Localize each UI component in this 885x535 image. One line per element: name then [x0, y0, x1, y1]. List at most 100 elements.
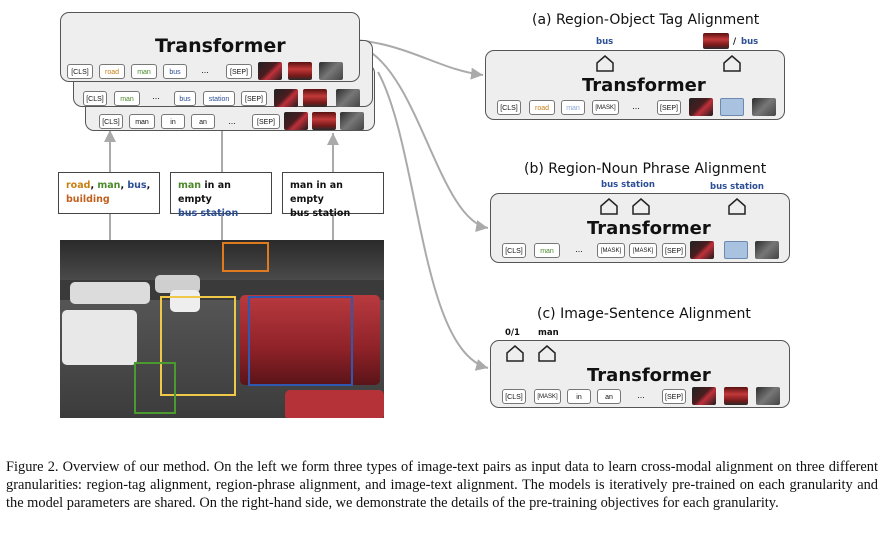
region-image [755, 241, 779, 259]
output-head-icon [632, 198, 650, 215]
panel-a-region-crop [703, 33, 729, 49]
token: man [534, 243, 560, 258]
token: [MASK] [534, 389, 561, 404]
region-image [756, 387, 780, 405]
token: [MASK] [592, 100, 619, 115]
output-head-icon [506, 345, 524, 362]
token: [CLS] [497, 100, 521, 115]
token: [MASK] [597, 243, 625, 258]
token-ellipsis: ... [201, 65, 209, 75]
token: [SEP] [241, 91, 267, 106]
input-sentence-box: man in an empty bus station [282, 172, 384, 219]
panel-b-prediction-1: bus station [601, 180, 655, 190]
panel-a-transformer: Transformer [CLS] road man [MASK] ... [S… [485, 50, 785, 120]
region-image [274, 89, 298, 107]
token: [SEP] [662, 389, 686, 404]
region-image [692, 387, 716, 405]
token: man [561, 100, 585, 115]
token: in [161, 114, 185, 129]
token: man [129, 114, 155, 129]
token: [SEP] [226, 64, 252, 79]
token: [SEP] [662, 243, 686, 258]
token: [CLS] [502, 243, 526, 258]
phrase-bus-station: bus station [178, 208, 239, 219]
encoder-stack-front: Transformer [CLS] road man bus ... [SEP] [60, 12, 360, 82]
panel-b-prediction-2: bus station [710, 182, 764, 192]
region-image [284, 112, 308, 130]
transformer-label: Transformer [587, 218, 711, 239]
token-ellipsis: ... [637, 390, 645, 400]
token: bus [174, 91, 196, 106]
token: man [131, 64, 157, 79]
bbox-green [134, 362, 176, 414]
tag-separator: , [146, 180, 151, 191]
token: bus [163, 64, 187, 79]
token: in [567, 389, 591, 404]
token: station [203, 91, 235, 106]
region-image [288, 62, 312, 80]
region-image [303, 89, 327, 107]
photo-bus [62, 310, 137, 365]
token: road [529, 100, 555, 115]
input-phrase-box: man in an empty bus station [170, 172, 272, 219]
region-image [258, 62, 282, 80]
output-head-icon [538, 345, 556, 362]
token: [CLS] [502, 389, 526, 404]
figure-caption: Figure 2. Overview of our method. On the… [6, 459, 878, 511]
sentence-line2: bus station [290, 208, 351, 219]
token: man [114, 91, 140, 106]
region-image [724, 387, 748, 405]
panel-a-prediction-1: bus [596, 37, 614, 47]
tag-bus: bus [127, 180, 147, 191]
photo-bus [285, 390, 384, 418]
token-ellipsis: ... [152, 91, 160, 101]
transformer-label: Transformer [155, 35, 286, 57]
bus-station-photo [60, 240, 384, 418]
token: [SEP] [657, 100, 681, 115]
arrow-to-a [355, 39, 484, 80]
bbox-blue [248, 296, 353, 386]
tag-road: road [66, 180, 91, 191]
masked-region-image [724, 241, 748, 259]
token: [CLS] [67, 64, 93, 79]
region-image [690, 241, 714, 259]
region-image [340, 112, 364, 130]
output-head-icon [728, 198, 746, 215]
region-image [319, 62, 343, 80]
output-head-icon [600, 198, 618, 215]
token: an [597, 389, 621, 404]
region-image [312, 112, 336, 130]
token: [CLS] [99, 114, 123, 129]
token-ellipsis: ... [228, 116, 236, 126]
output-head-icon [723, 55, 741, 72]
panel-c-prediction-2: man [538, 328, 559, 338]
token: [CLS] [83, 91, 107, 106]
panel-a-title: (a) Region-Object Tag Alignment [532, 12, 760, 28]
token: [MASK] [629, 243, 657, 258]
region-image [752, 98, 776, 116]
token-ellipsis: ... [632, 101, 640, 111]
output-head-icon [596, 55, 614, 72]
transformer-label: Transformer [582, 75, 706, 96]
arrow-to-b [366, 49, 489, 232]
panel-b-title: (b) Region-Noun Phrase Alignment [524, 161, 767, 177]
panel-c-prediction-1: 0/1 [505, 328, 520, 338]
bbox-orange [222, 242, 269, 272]
panel-a-prediction-sep: / [733, 37, 737, 47]
input-tags-box: road, man, bus, building [58, 172, 160, 214]
token: road [99, 64, 125, 79]
panel-b-transformer: Transformer [CLS] man ... [MASK] [MASK] … [490, 193, 790, 263]
sentence-line1: man in an empty [290, 180, 343, 205]
panel-c-transformer: Transformer [CLS] [MASK] in an ... [SEP] [490, 340, 790, 408]
transformer-label: Transformer [587, 365, 711, 386]
masked-region-image [720, 98, 744, 116]
region-image [336, 89, 360, 107]
tag-man: man [97, 180, 121, 191]
photo-bus [70, 282, 150, 304]
panel-c-title: (c) Image-Sentence Alignment [537, 306, 751, 322]
token: an [191, 114, 215, 129]
region-image [689, 98, 713, 116]
tag-building: building [66, 194, 110, 205]
panel-a-prediction-2: bus [741, 37, 759, 47]
phrase-man: man [178, 180, 202, 191]
